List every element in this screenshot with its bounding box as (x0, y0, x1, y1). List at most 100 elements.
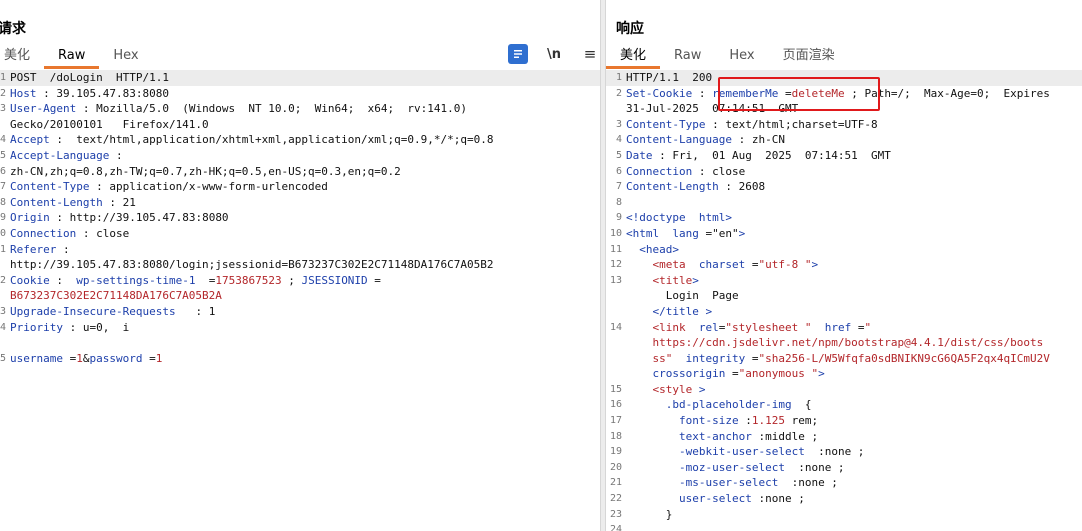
line-content: zh-CN,zh;q=0.8,zh-TW;q=0.7,zh-HK;q=0.5,e… (6, 164, 401, 180)
line-number: 22 (609, 493, 622, 505)
code-token: 31-Jul-2025 07:14:51 GMT (626, 102, 799, 116)
code-token: <!doctype html> (626, 211, 732, 225)
newline-icon[interactable]: \n (544, 44, 564, 64)
code-token: : 21 (102, 195, 136, 209)
code-token: 1 (76, 351, 83, 365)
code-line: 15 <style > (606, 382, 1082, 398)
code-token: : (49, 273, 77, 287)
tab-raw[interactable]: Raw (660, 46, 715, 66)
line-content: } (622, 507, 673, 523)
line-number: 12 (609, 259, 622, 271)
tab-pretty[interactable]: 美化 (0, 46, 44, 66)
code-token: :none ; (778, 476, 838, 490)
line-content: </title > (622, 304, 713, 320)
code-token: Accept-Language (10, 148, 110, 162)
line-content: User-Agent : Mozilla/5.0 (Windows NT 10.… (6, 101, 467, 117)
tab-render[interactable]: 页面渲染 (769, 46, 849, 66)
code-token: = (698, 226, 713, 240)
code-token: : text/html;charset=UTF-8 (705, 117, 878, 131)
code-token: href (824, 320, 852, 334)
request-editor[interactable]: 1 POST /doLogin HTTP/1.1 2 Host : 39.105.47… (0, 70, 600, 531)
code-line: 2 Host : 39.105.47.83:8080 (0, 86, 600, 102)
code-line: 6 Connection : close (606, 164, 1082, 180)
tab-pretty[interactable]: 美化 (606, 46, 661, 69)
document-icon[interactable] (508, 44, 528, 64)
line-number: 1 (615, 72, 622, 83)
code-token: Login Page (626, 289, 739, 303)
tab-hex[interactable]: Hex (99, 46, 152, 66)
code-line: 24 (606, 522, 1082, 531)
response-pane: 响应 美化 Raw Hex 页面渲染 1 HTTP/1.1 200 2 Set-Coo… (606, 0, 1082, 531)
line-content: Upgrade-Insecure-Requests : 1 (6, 304, 215, 320)
line-content: Date : Fri, 01 Aug 2025 07:14:51 GMT (622, 148, 891, 164)
code-token: Content-Type (626, 117, 706, 131)
code-line: 20 -moz-user-select :none ; (606, 460, 1082, 476)
code-token: "anonymous " (738, 367, 819, 381)
code-token: Cookie (10, 273, 50, 287)
line-content: -webkit-user-select :none ; (622, 444, 864, 460)
line-content: <!doctype html> (622, 210, 732, 226)
line-content: Accept-Language : (6, 148, 123, 164)
code-line: ss" integrity ="sha256-L/W5Wfqfa0sdBNIKN… (606, 351, 1082, 367)
line-content: .bd-placeholder-img { (622, 397, 812, 413)
line-content: Content-Type : application/x-www-form-ur… (6, 179, 328, 195)
code-token: zh-CN,zh;q=0.8,zh-TW;q=0.7,zh-HK;q=0.5,e… (10, 164, 401, 178)
line-content: -moz-user-select :none ; (622, 460, 845, 476)
code-token: Gecko/20100101 Firefox/141.0 (10, 117, 209, 131)
line-number: 2 (615, 87, 622, 99)
code-token: -ms-user-select (678, 476, 779, 490)
code-line: 0 Connection : close (0, 226, 600, 242)
menu-icon[interactable]: ≡ (580, 44, 600, 64)
line-content (622, 195, 626, 211)
code-token: Content-Length (10, 195, 103, 209)
code-line: 5 Accept-Language : (0, 148, 600, 164)
line-content: username =1&password =1 (6, 351, 162, 367)
line-number: 17 (609, 415, 622, 427)
response-title: 响应 (616, 21, 644, 37)
code-line: https://cdn.jsdelivr.net/npm/bootstrap@4… (606, 335, 1082, 351)
tab-hex[interactable]: Hex (715, 46, 768, 66)
code-token: : 2608 (718, 180, 766, 194)
code-line: B673237C302E2C71148DA176C7A05B2A (0, 288, 600, 304)
code-token: = (725, 367, 739, 381)
code-token: Content-Type (10, 180, 90, 194)
code-token: http://39.105.47.83:8080/login;jsessioni… (10, 258, 494, 272)
line-content: https://cdn.jsdelivr.net/npm/bootstrap@4… (622, 335, 1044, 351)
tab-raw[interactable]: Raw (44, 46, 100, 69)
code-token: : application/x-www-form-urlencoded (89, 180, 328, 194)
code-token: .bd-placeholder-img (665, 398, 792, 412)
code-token: deleteMe (791, 86, 845, 100)
line-number (606, 288, 622, 304)
code-line: 18 text-anchor :middle ; (606, 429, 1082, 445)
line-content (6, 335, 10, 351)
code-token: <html lang (626, 226, 699, 240)
line-content: font-size :1.125 rem; (622, 413, 818, 429)
code-line: 22 user-select :none ; (606, 491, 1082, 507)
code-line: 14 <link rel="stylesheet " href =" (606, 320, 1082, 336)
code-line: 16 .bd-placeholder-img { (606, 397, 1082, 413)
code-token: :none ; (784, 460, 845, 474)
line-number: 11 (609, 243, 622, 255)
code-line: 1 Referer : (0, 242, 600, 258)
code-token: = (745, 258, 759, 272)
code-line: 3 User-Agent : Mozilla/5.0 (Windows NT 10… (0, 101, 600, 117)
line-number: 8 (615, 196, 622, 208)
code-line: 11 <head> (606, 242, 1082, 258)
line-number (606, 101, 622, 117)
code-token: <head (639, 242, 673, 256)
code-token: : (692, 86, 713, 100)
code-token: = (62, 351, 77, 365)
code-token: Upgrade-Insecure-Requests (10, 304, 176, 318)
code-token: rem; (784, 414, 819, 428)
line-number: 10 (609, 227, 622, 239)
code-token: : close (692, 164, 746, 178)
code-token: https://cdn.jsdelivr.net/npm/bootstrap@4… (652, 336, 1044, 350)
response-editor[interactable]: 1 HTTP/1.1 200 2 Set-Cookie : rememberMe =d… (606, 70, 1082, 531)
